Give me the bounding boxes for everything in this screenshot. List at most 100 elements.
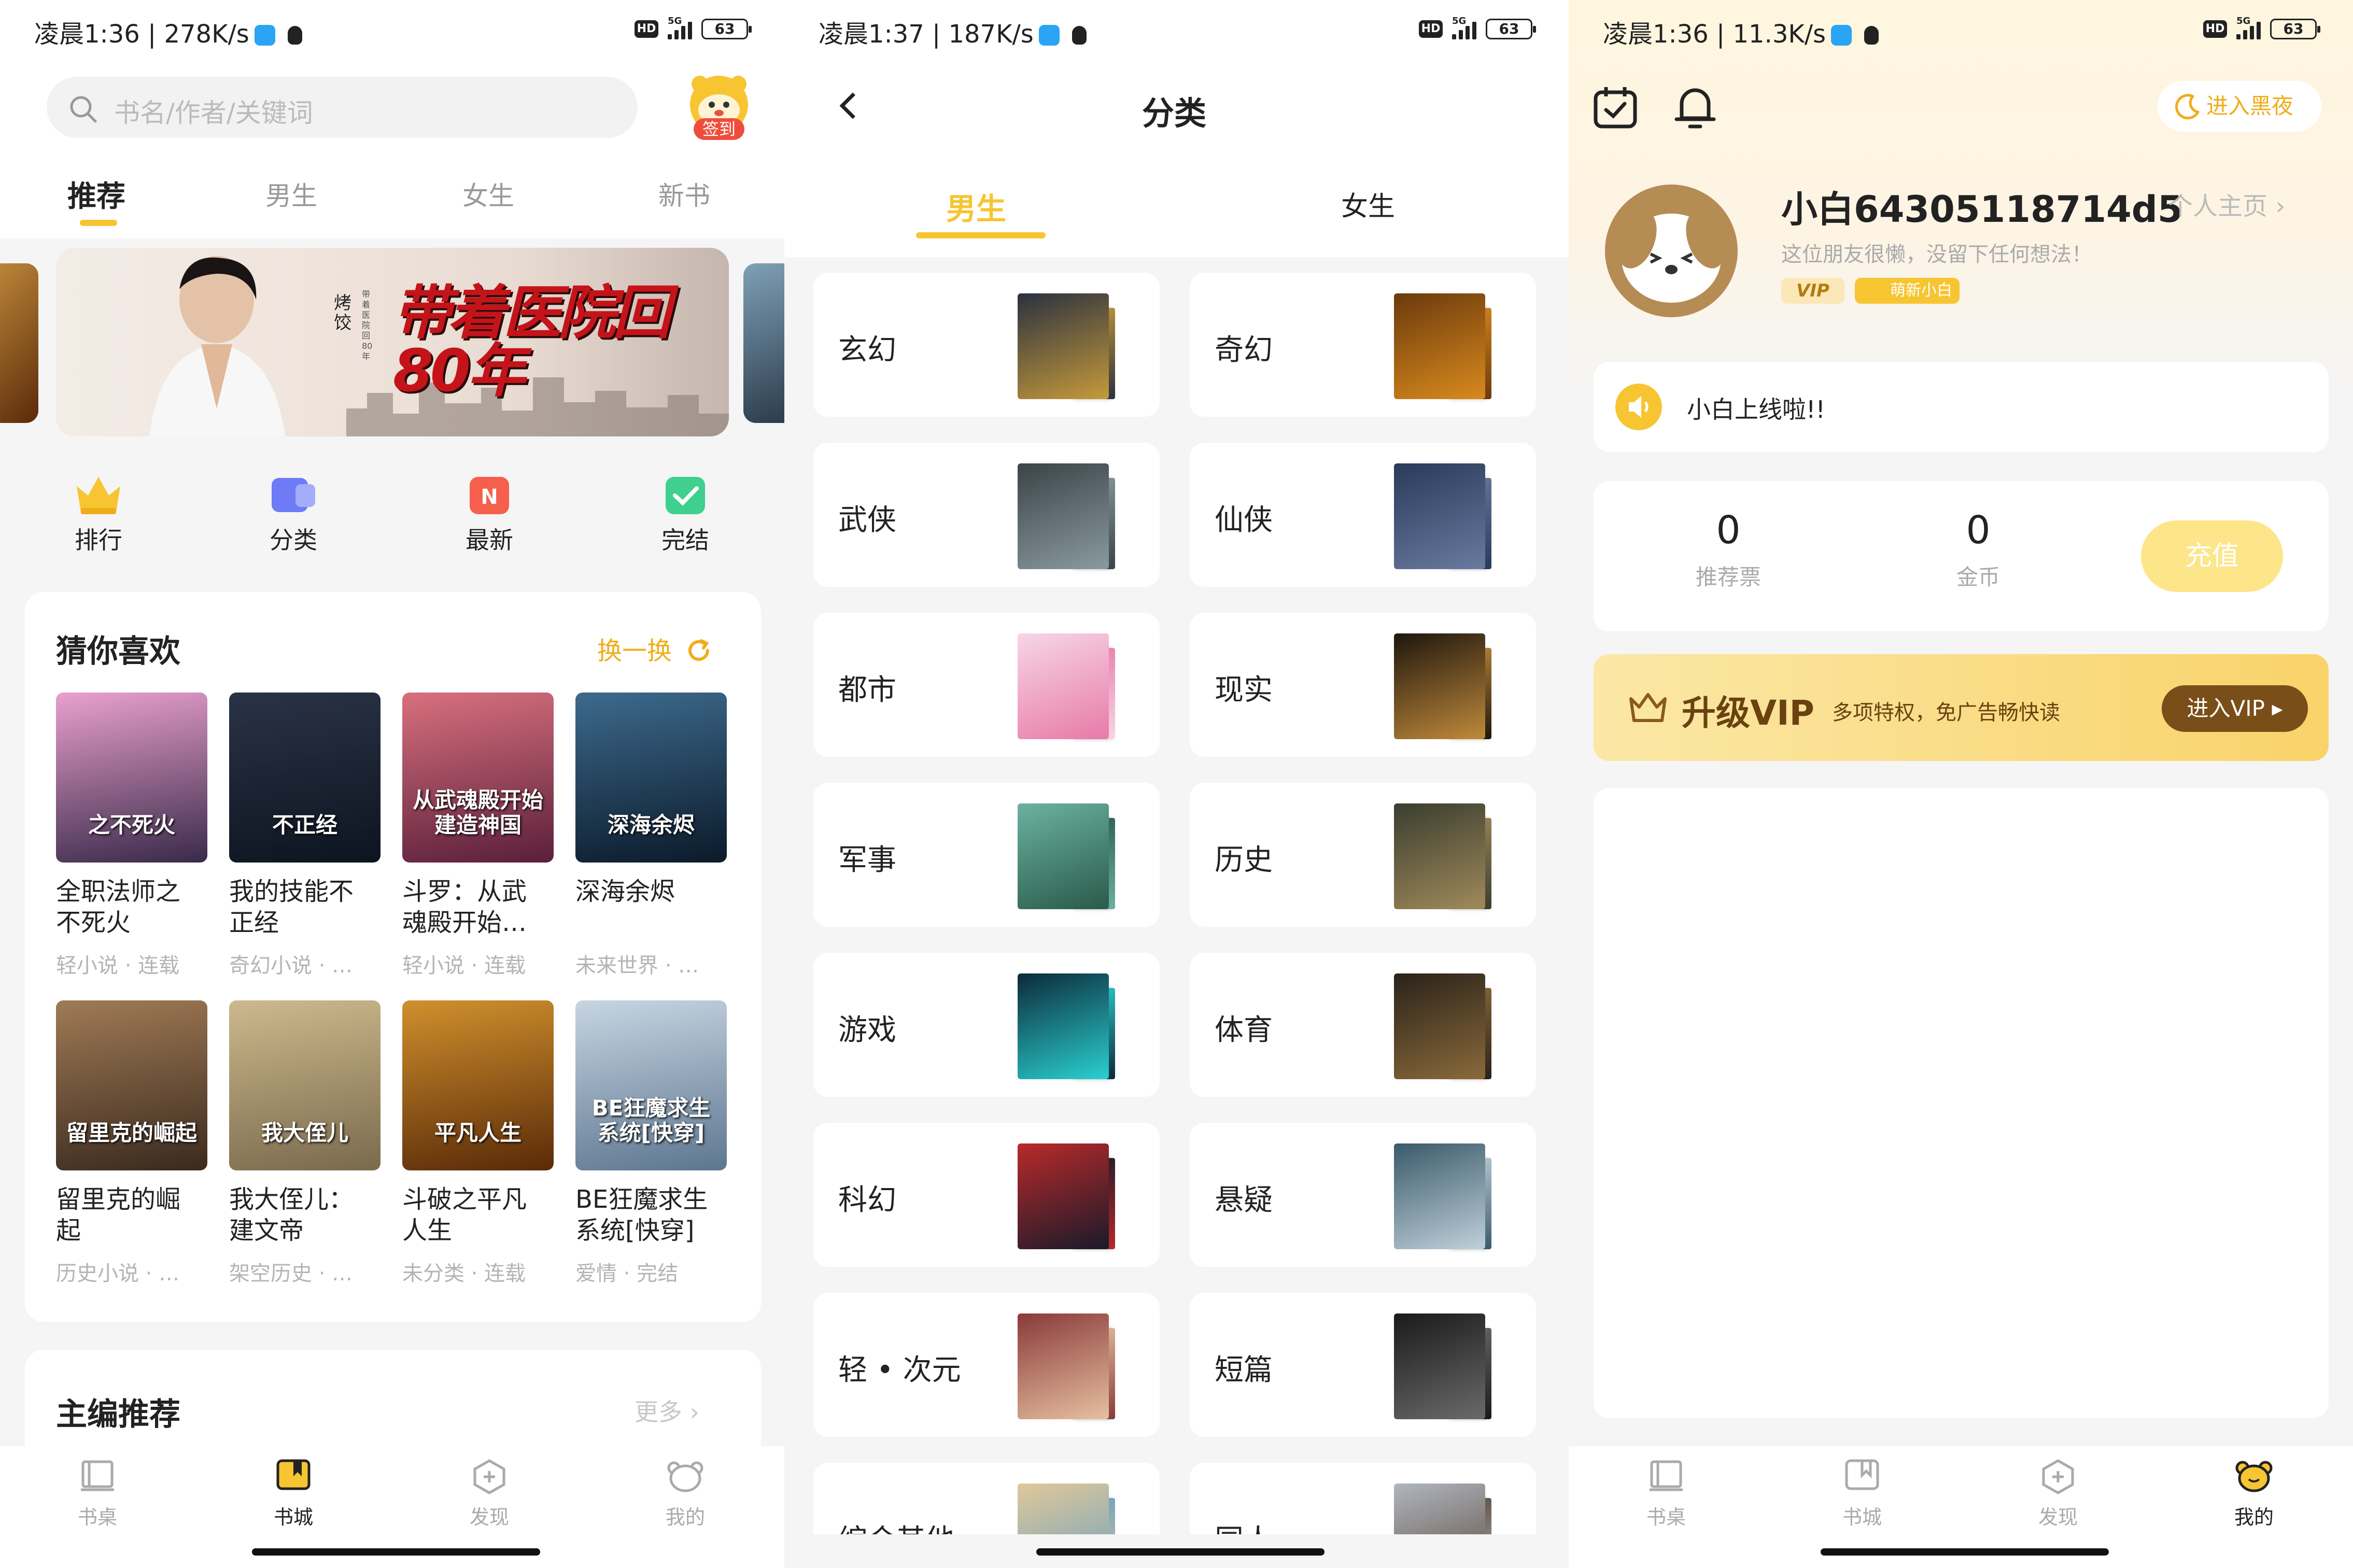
- banner-next-peek[interactable]: [743, 263, 784, 423]
- category-item[interactable]: 悬疑: [1190, 1123, 1536, 1267]
- nav-discover[interactable]: 发现: [2006, 1458, 2110, 1530]
- stat-recommend[interactable]: 0 推荐票: [1656, 508, 1801, 591]
- homepage-link[interactable]: 个人主页 ›: [2168, 186, 2285, 222]
- guess-title: 猜你喜欢: [56, 633, 180, 670]
- category-name: 体育: [1215, 1013, 1273, 1047]
- category-name: 现实: [1215, 673, 1273, 707]
- nav-discover[interactable]: 发现: [438, 1458, 541, 1530]
- category-screen: 凌晨1:37 | 187K/s HD 5G 63 分类 男生 女生 玄幻 奇幻 武侠…: [784, 0, 1569, 1568]
- book-meta: 奇幻小说 · …: [229, 954, 353, 978]
- quick-finished-label: 完结: [661, 526, 709, 554]
- enter-vip-label: 进入VIP: [2187, 696, 2265, 721]
- quick-finished[interactable]: 完结: [639, 472, 732, 565]
- nav-store[interactable]: 书城: [242, 1458, 345, 1530]
- category-item[interactable]: 历史: [1190, 783, 1536, 927]
- quick-new[interactable]: N 最新: [443, 472, 536, 565]
- book-cover-text: 平凡人生: [434, 1120, 522, 1146]
- store-icon: [276, 1459, 311, 1490]
- banner-prev-peek[interactable]: [0, 263, 38, 423]
- category-item[interactable]: 武侠: [813, 443, 1160, 587]
- category-name: 武侠: [838, 503, 896, 537]
- nav-mine[interactable]: 我的: [633, 1458, 737, 1530]
- book-meta: 未分类 · 连载: [402, 1262, 526, 1286]
- category-item[interactable]: 游戏: [813, 953, 1160, 1097]
- search-bar[interactable]: 书名/作者/关键词: [47, 77, 638, 138]
- nav-mine-label: 我的: [665, 1506, 705, 1529]
- battery-icon: 63: [2270, 19, 2320, 39]
- nav-store-label: 书城: [273, 1506, 313, 1529]
- vip-desc: 多项特权，免广告畅快读: [1832, 701, 2060, 725]
- banner[interactable]: 带着医院回80年 烤饺 带着医院回80年: [56, 248, 729, 436]
- enter-vip-button[interactable]: 进入VIP ▸: [2162, 685, 2308, 732]
- nav-mine[interactable]: 我的: [2202, 1458, 2306, 1530]
- tab-recommend[interactable]: 推荐: [67, 173, 125, 215]
- status-indicators: HD 5G 63: [635, 16, 752, 39]
- category-name: 历史: [1215, 843, 1273, 877]
- stat-coins[interactable]: 0 金币: [1906, 508, 2051, 591]
- penguin-icon: [1072, 26, 1087, 45]
- nav-mine-label: 我的: [2234, 1506, 2274, 1529]
- nav-desk[interactable]: 书桌: [46, 1458, 149, 1530]
- category-icon: [272, 478, 315, 512]
- book-title: BE狂魔求生 系统[快穿]: [575, 1185, 708, 1245]
- category-item[interactable]: 体育: [1190, 953, 1536, 1097]
- crown-icon: [77, 477, 120, 514]
- tab-male[interactable]: 男生: [946, 185, 1006, 228]
- quick-rank[interactable]: 排行: [52, 472, 145, 565]
- category-cover: [1394, 803, 1485, 909]
- qq-icon: [1831, 25, 1852, 46]
- book-cover: 留里克的崛起: [56, 1000, 207, 1170]
- desk-icon: [1650, 1460, 1683, 1491]
- tab-new[interactable]: 新书: [658, 175, 710, 213]
- search-icon: [70, 96, 97, 123]
- vip-banner[interactable]: 升级VIP 多项特权，免广告畅快读 进入VIP ▸: [1594, 654, 2329, 761]
- category-name: 轻 • 次元: [838, 1353, 961, 1387]
- refresh-button[interactable]: 换一换: [597, 630, 713, 667]
- category-item[interactable]: 轻 • 次元: [813, 1293, 1160, 1437]
- bell-icon[interactable]: [1671, 82, 1719, 132]
- tab-female[interactable]: 女生: [1341, 185, 1395, 223]
- status-time-text: 凌晨1:36 | 278K/s: [34, 20, 249, 49]
- tab-male[interactable]: 男生: [265, 175, 317, 213]
- stat-coins-value: 0: [1966, 508, 1991, 553]
- category-item[interactable]: 奇幻: [1190, 273, 1536, 417]
- signal-icon: 5G: [668, 16, 692, 39]
- category-cover: [1018, 803, 1109, 909]
- notice-card[interactable]: 小白上线啦!!: [1594, 362, 2329, 452]
- nav-store-label: 书城: [1842, 1506, 1882, 1529]
- category-item[interactable]: 科幻: [813, 1123, 1160, 1267]
- nav-desk[interactable]: 书桌: [1614, 1458, 1718, 1530]
- discover-icon: [473, 1459, 505, 1494]
- calendar-check-icon[interactable]: [1591, 83, 1639, 131]
- book-meta: 爱情 · 完结: [575, 1262, 679, 1286]
- checkin-button[interactable]: 签到: [683, 73, 755, 141]
- book-meta: 未来世界 · …: [575, 954, 699, 978]
- book-title: 斗破之平凡 人生: [402, 1185, 527, 1245]
- recharge-button[interactable]: 充值: [2141, 520, 2283, 592]
- editor-more-link[interactable]: 更多 ›: [635, 1393, 699, 1428]
- tab-female[interactable]: 女生: [462, 175, 514, 213]
- category-name: 游戏: [838, 1013, 896, 1047]
- quick-category[interactable]: 分类: [247, 472, 340, 565]
- avatar[interactable]: [1593, 182, 1750, 319]
- category-item[interactable]: 都市: [813, 613, 1160, 757]
- status-time: 凌晨1:36 | 278K/s: [34, 13, 302, 50]
- category-item[interactable]: 玄幻: [813, 273, 1160, 417]
- category-item[interactable]: 军事: [813, 783, 1160, 927]
- book-cover-text: 深海余烬: [607, 812, 695, 838]
- nav-store[interactable]: 书城: [1810, 1458, 1914, 1530]
- tab-active-indicator: [916, 232, 1046, 238]
- quick-category-label: 分类: [270, 526, 317, 554]
- book-title: 全职法师之 不死火: [56, 877, 181, 937]
- vip-title: 升级VIP: [1682, 693, 1815, 733]
- night-mode-button[interactable]: 进入黑夜: [2158, 81, 2321, 132]
- category-item[interactable]: 短篇: [1190, 1293, 1536, 1437]
- category-item[interactable]: 仙侠: [1190, 443, 1536, 587]
- search-placeholder: 书名/作者/关键词: [114, 98, 313, 128]
- nav-discover-label: 发现: [2038, 1506, 2078, 1529]
- category-item[interactable]: 现实: [1190, 613, 1536, 757]
- new-icon: N: [470, 477, 509, 514]
- category-cover: [1018, 463, 1109, 569]
- status-indicators: HD 5G 63: [1419, 16, 1536, 39]
- book-title: 留里克的崛 起: [56, 1185, 181, 1245]
